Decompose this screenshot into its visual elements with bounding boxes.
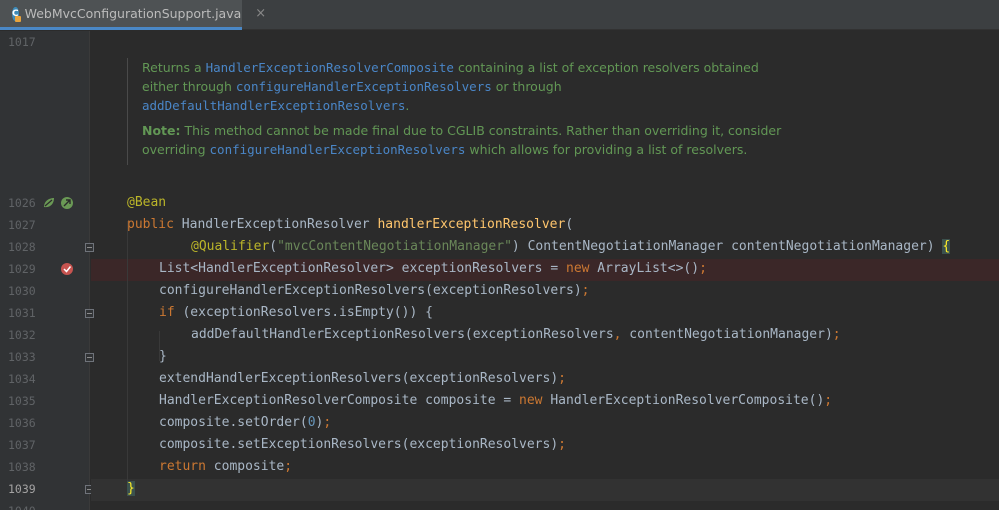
line-number: 1040 [8, 504, 38, 510]
code-line-1037[interactable]: composite.setExceptionResolvers(exceptio… [159, 434, 997, 456]
line-number: 1033 [8, 350, 36, 364]
rendered-javadoc: Returns a HandlerExceptionResolverCompos… [127, 58, 787, 165]
line-number: 1031 [8, 306, 36, 320]
line-number: 1028 [8, 240, 36, 254]
code-line-1032[interactable]: addDefaultHandlerExceptionResolvers(exce… [191, 324, 997, 346]
indent-guide [127, 221, 128, 491]
javadoc-link[interactable]: configureHandlerExceptionResolvers [236, 79, 492, 94]
line-number-current: 1039 [8, 482, 36, 496]
matched-brace: } [127, 481, 135, 496]
code-line-1038[interactable]: return composite; [159, 456, 997, 478]
code-line-1026[interactable]: @Bean [127, 192, 997, 214]
line-number: 1037 [8, 438, 36, 452]
close-tab-icon[interactable]: × [255, 6, 266, 21]
editor-tab-bar: C WebMvcConfigurationSupport.java × [0, 0, 999, 30]
javadoc-link[interactable]: HandlerExceptionResolverComposite [206, 60, 454, 75]
line-number: 1030 [8, 284, 36, 298]
line-number: 1026 [8, 196, 36, 210]
line-number: 1017 [8, 35, 36, 49]
line-number-gutter[interactable]: 1017 1026 1027 1028 1029 1030 1031 1032 … [0, 31, 94, 510]
javadoc-link[interactable]: configureHandlerExceptionResolvers [210, 142, 466, 157]
tab-filename: WebMvcConfigurationSupport.java [24, 6, 242, 21]
bean-navigate-icon[interactable] [60, 196, 74, 210]
code-line-1030[interactable]: configureHandlerExceptionResolvers(excep… [159, 280, 997, 302]
javadoc-link[interactable]: addDefaultHandlerExceptionResolvers [142, 98, 405, 113]
code-line-1029[interactable]: List<HandlerExceptionResolver> exception… [159, 258, 997, 280]
line-number: 1029 [8, 262, 36, 276]
line-number: 1027 [8, 218, 36, 232]
line-number: 1034 [8, 372, 36, 386]
code-line-1036[interactable]: composite.setOrder(0); [159, 412, 997, 434]
matched-brace: { [942, 239, 951, 254]
bean-definition-icon[interactable] [42, 196, 56, 210]
line-number: 1036 [8, 416, 36, 430]
javadoc-note: Note: This method cannot be made final d… [142, 123, 782, 157]
code-line-1039[interactable]: } [127, 478, 997, 500]
code-line-1035[interactable]: HandlerExceptionResolverComposite compos… [159, 390, 997, 412]
line-number: 1032 [8, 328, 36, 342]
line-number: 1035 [8, 394, 36, 408]
javadoc-paragraph: Returns a HandlerExceptionResolverCompos… [142, 60, 759, 113]
code-line-1028[interactable]: @Qualifier("mvcContentNegotiationManager… [191, 236, 997, 258]
tab-webmvcconfigurationsupport[interactable]: C WebMvcConfigurationSupport.java × [0, 0, 266, 30]
line-number: 1038 [8, 460, 36, 474]
code-line-1033[interactable]: } [159, 346, 997, 368]
breakpoint-icon[interactable] [60, 262, 74, 276]
code-line-1027[interactable]: public HandlerExceptionResolver handlerE… [127, 214, 997, 236]
code-line-1031[interactable]: if (exceptionResolvers.isEmpty()) { [159, 302, 997, 324]
java-class-icon: C [12, 6, 21, 22]
code-line-1034[interactable]: extendHandlerExceptionResolvers(exceptio… [159, 368, 997, 390]
